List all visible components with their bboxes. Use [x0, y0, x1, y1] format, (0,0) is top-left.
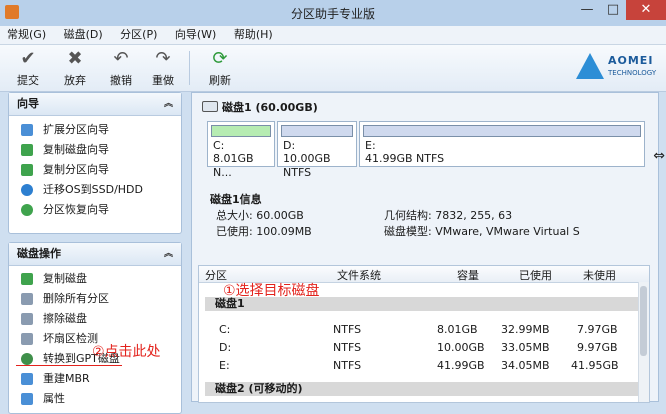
wizard-item-migrate-os[interactable]: 迁移OS到SSD/HDD [9, 180, 181, 200]
wizard-panel-header[interactable]: 向导 ︽ [9, 93, 181, 116]
x-icon: ✖ [67, 48, 83, 69]
refresh-button[interactable]: ⟳ 刷新 [201, 48, 239, 88]
aomei-logo: AOMEI TECHNOLOGY [576, 51, 658, 83]
disk-ops-panel-title: 磁盘操作 [17, 247, 61, 260]
menu-partition[interactable]: 分区(P) [113, 26, 164, 44]
commit-button[interactable]: ✔ 提交 [9, 48, 47, 88]
partition-block-c[interactable]: C: 8.01GB N... [207, 121, 275, 179]
commit-label: 提交 [17, 74, 39, 87]
window-title: 分区助手专业版 [290, 7, 375, 21]
partition-label: D: [283, 139, 296, 152]
wizard-item-copy-disk[interactable]: 复制磁盘向导 [9, 140, 181, 160]
refresh-icon: ⟳ [212, 48, 228, 69]
menu-bar: 常规(G) 磁盘(D) 分区(P) 向导(W) 帮助(H) [0, 26, 666, 45]
properties-icon [21, 393, 33, 405]
disk-map-header[interactable]: 磁盘1 (60.00GB) [202, 99, 318, 115]
minimize-button[interactable]: — [574, 0, 600, 20]
redo-button[interactable]: ↷ 重做 [144, 48, 182, 88]
delete-partitions-icon [21, 293, 33, 305]
wizard-panel-title: 向导 [17, 97, 39, 110]
column-header-filesystem[interactable]: 文件系统 [337, 267, 381, 283]
column-header-free[interactable]: 未使用 [583, 267, 616, 283]
disk-geometry: 几何结构: 7832, 255, 63 [384, 209, 513, 222]
redo-label: 重做 [152, 74, 174, 87]
migrate-os-icon [21, 184, 33, 196]
disk-op-rebuild-mbr[interactable]: 重建MBR [9, 369, 181, 389]
collapse-icon[interactable]: ︽ [164, 243, 173, 265]
annotation-step2: ②点击此处 [92, 344, 161, 360]
partition-recovery-icon [21, 204, 33, 216]
disk-info-title: 磁盘1信息 [210, 193, 262, 206]
disk-used-size: 已使用: 100.09MB [216, 225, 312, 238]
logo-mark-icon [576, 53, 604, 79]
partition-detail: 8.01GB N... [213, 152, 254, 179]
menu-wizard[interactable]: 向导(W) [168, 26, 223, 44]
partition-label: C: [213, 139, 225, 152]
disk-ops-panel-header[interactable]: 磁盘操作 ︽ [9, 243, 181, 266]
bad-sector-icon [21, 333, 33, 345]
rebuild-mbr-icon [21, 373, 33, 385]
wizard-item-extend-partition[interactable]: 扩展分区向导 [9, 120, 181, 140]
close-button[interactable]: ✕ [626, 0, 666, 20]
disk-op-wipe-disk[interactable]: 擦除磁盘 [9, 309, 181, 329]
partition-detail: 10.00GB NTFS [283, 152, 331, 179]
disk-model: 磁盘模型: VMware, VMware Virtual S [384, 225, 580, 238]
partition-usage-bar [281, 125, 353, 137]
logo-text: AOMEI [608, 54, 654, 67]
scrollbar-thumb[interactable] [640, 286, 647, 356]
wipe-disk-icon [21, 313, 33, 325]
discard-label: 放弃 [64, 74, 86, 87]
discard-button[interactable]: ✖ 放弃 [56, 48, 94, 88]
disk-total-size: 总大小: 60.00GB [216, 209, 304, 222]
main-panel: 磁盘1 (60.00GB) C: 8.01GB N... D: 10.00GB … [191, 92, 659, 403]
table-scrollbar[interactable] [638, 282, 649, 402]
refresh-label: 刷新 [209, 74, 231, 87]
check-icon: ✔ [20, 48, 36, 69]
partition-usage-bar [363, 125, 641, 137]
collapse-icon[interactable]: ︽ [164, 93, 173, 115]
title-bar: 分区助手专业版 — □ ✕ [0, 0, 666, 27]
convert-gpt-icon [21, 353, 33, 365]
annotation-underline [16, 365, 122, 366]
partition-detail: 41.99GB NTFS [365, 152, 445, 165]
partition-table: 分区 文件系统 容量 已使用 未使用 磁盘1 ①选择目标磁盘 C: NTFS 8… [198, 265, 650, 403]
undo-label: 撤销 [110, 74, 132, 87]
partition-label: E: [365, 139, 376, 152]
menu-general[interactable]: 常规(G) [0, 26, 53, 44]
redo-icon: ↷ [155, 48, 171, 69]
sidebar: 向导 ︽ 扩展分区向导 复制磁盘向导 复制分区向导 迁移OS到SSD/HDD 分… [8, 92, 183, 414]
menu-help[interactable]: 帮助(H) [227, 26, 280, 44]
wizard-panel: 向导 ︽ 扩展分区向导 复制磁盘向导 复制分区向导 迁移OS到SSD/HDD 分… [8, 92, 182, 234]
disk-op-delete-all-partitions[interactable]: 删除所有分区 [9, 289, 181, 309]
toolbar: ✔ 提交 ✖ 放弃 ↶ 撤销 ↷ 重做 ⟳ 刷新 AOMEI TECHNOLOG… [0, 45, 666, 92]
partition-block-e[interactable]: E: 41.99GB NTFS [359, 121, 645, 167]
partition-block-d[interactable]: D: 10.00GB NTFS [277, 121, 357, 179]
toolbar-separator [189, 51, 190, 85]
undo-icon: ↶ [113, 48, 129, 69]
table-row[interactable]: D: NTFS 10.00GB 33.05MB 9.97GB [199, 338, 639, 356]
undo-button[interactable]: ↶ 撤销 [102, 48, 140, 88]
wizard-item-copy-partition[interactable]: 复制分区向导 [9, 160, 181, 180]
annotation-step1: ①选择目标磁盘 [223, 283, 320, 299]
column-header-capacity[interactable]: 容量 [457, 267, 479, 283]
menu-disk[interactable]: 磁盘(D) [57, 26, 110, 44]
partition-usage-bar [211, 125, 271, 137]
table-row[interactable]: C: NTFS 8.01GB 32.99MB 7.97GB [199, 320, 639, 338]
copy-disk-icon [21, 273, 33, 285]
copy-disk-icon [21, 144, 33, 156]
table-row[interactable]: E: NTFS 41.99GB 34.05MB 41.95GB [199, 356, 639, 374]
wizard-item-partition-recovery[interactable]: 分区恢复向导 [9, 200, 181, 220]
table-group-disk2[interactable]: 磁盘2 (可移动的) [205, 382, 649, 396]
disk-ops-panel: 磁盘操作 ︽ 复制磁盘 删除所有分区 擦除磁盘 坏扇区检测 转换到GPT磁盘 重… [8, 242, 182, 414]
disk-op-copy-disk[interactable]: 复制磁盘 [9, 269, 181, 289]
extend-partition-icon [21, 124, 33, 136]
column-header-used[interactable]: 已使用 [519, 267, 552, 283]
logo-subtext: TECHNOLOGY [608, 69, 657, 77]
disk-op-properties[interactable]: 属性 [9, 389, 181, 409]
disk-icon [202, 101, 218, 112]
copy-partition-icon [21, 164, 33, 176]
mouse-cursor-icon: ⇔ [653, 148, 665, 164]
maximize-button[interactable]: □ [600, 0, 626, 20]
